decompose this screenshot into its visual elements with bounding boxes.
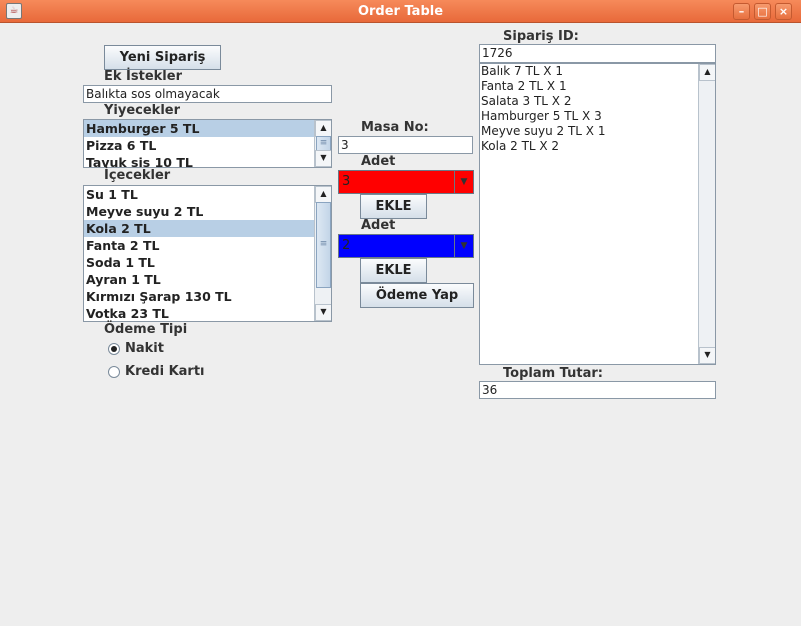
list-item[interactable]: Salata 3 TL X 2: [480, 94, 715, 109]
foods-list[interactable]: Hamburger 5 TL Pizza 6 TL Tavuk sis 10 T…: [83, 119, 332, 168]
extra-requests-label: Ek İstekler: [104, 69, 182, 84]
list-item[interactable]: Fanta 2 TL X 1: [480, 79, 715, 94]
scrollbar[interactable]: ▲ ≡ ▼: [314, 120, 331, 167]
table-no-label: Masa No:: [361, 120, 429, 135]
qty2-value: 2: [342, 238, 351, 253]
list-item[interactable]: Kırmızı Şarap 130 TL: [84, 288, 331, 305]
qty1-label: Adet: [361, 154, 396, 169]
list-item[interactable]: Fanta 2 TL: [84, 237, 331, 254]
table-no-input[interactable]: 3: [338, 136, 473, 154]
list-item[interactable]: Balık 7 TL X 1: [480, 64, 715, 79]
list-item[interactable]: Kola 2 TL: [84, 220, 331, 237]
close-button[interactable]: ×: [775, 3, 792, 20]
scroll-down-icon[interactable]: ▼: [699, 347, 715, 364]
scroll-thumb[interactable]: ≡: [316, 202, 331, 288]
scroll-up-icon[interactable]: ▲: [699, 64, 715, 81]
window-title: Order Table: [357, 4, 444, 19]
scroll-down-icon[interactable]: ▼: [315, 304, 331, 321]
qty2-combo[interactable]: 2 ▼: [338, 234, 474, 258]
qty1-combo[interactable]: 3 ▼: [338, 170, 474, 194]
foods-label: Yiyecekler: [104, 103, 181, 118]
list-item[interactable]: Hamburger 5 TL: [84, 120, 331, 137]
drinks-list[interactable]: Su 1 TL Meyve suyu 2 TL Kola 2 TL Fanta …: [83, 185, 332, 322]
scroll-up-icon[interactable]: ▲: [315, 120, 331, 137]
scrollbar[interactable]: ▲ ≡ ▼: [314, 186, 331, 321]
radio-cash[interactable]: [108, 343, 120, 355]
qty1-value: 3: [342, 174, 351, 189]
list-item[interactable]: Hamburger 5 TL X 3: [480, 109, 715, 124]
scroll-down-icon[interactable]: ▼: [315, 150, 331, 167]
list-item[interactable]: Votka 23 TL: [84, 305, 331, 321]
order-id-label: Sipariş ID:: [503, 29, 579, 44]
chevron-down-icon[interactable]: ▼: [454, 171, 473, 193]
new-order-button[interactable]: Yeni Sipariş: [104, 45, 221, 70]
list-item[interactable]: Pizza 6 TL: [84, 137, 331, 154]
list-item[interactable]: Su 1 TL: [84, 186, 331, 203]
extra-requests-input[interactable]: Balıkta sos olmayacak: [83, 85, 332, 103]
total-input[interactable]: 36: [479, 381, 716, 399]
scrollbar[interactable]: ▲ ▼: [698, 64, 715, 364]
radio-credit-card-label[interactable]: Kredi Kartı: [125, 364, 205, 379]
list-item[interactable]: Kola 2 TL X 2: [480, 139, 715, 154]
list-item[interactable]: Meyve suyu 2 TL X 1: [480, 124, 715, 139]
order-id-input[interactable]: 1726: [479, 44, 716, 63]
list-item[interactable]: Soda 1 TL: [84, 254, 331, 271]
minimize-button[interactable]: –: [733, 3, 750, 20]
order-items-list[interactable]: Balık 7 TL X 1 Fanta 2 TL X 1 Salata 3 T…: [479, 63, 716, 365]
drinks-label: İçecekler: [104, 168, 171, 183]
list-item[interactable]: Meyve suyu 2 TL: [84, 203, 331, 220]
pay-button[interactable]: Ödeme Yap: [360, 283, 474, 308]
add2-button[interactable]: EKLE: [360, 258, 427, 283]
qty2-label: Adet: [361, 218, 396, 233]
total-label: Toplam Tutar:: [503, 366, 603, 381]
payment-type-label: Ödeme Tipi: [104, 322, 188, 337]
chevron-down-icon[interactable]: ▼: [454, 235, 473, 257]
scroll-up-icon[interactable]: ▲: [315, 186, 331, 203]
maximize-button[interactable]: □: [754, 3, 771, 20]
radio-cash-label[interactable]: Nakit: [125, 341, 164, 356]
list-item[interactable]: Ayran 1 TL: [84, 271, 331, 288]
list-item[interactable]: Tavuk sis 10 TL: [84, 154, 331, 167]
radio-credit-card[interactable]: [108, 366, 120, 378]
add1-button[interactable]: EKLE: [360, 194, 427, 219]
